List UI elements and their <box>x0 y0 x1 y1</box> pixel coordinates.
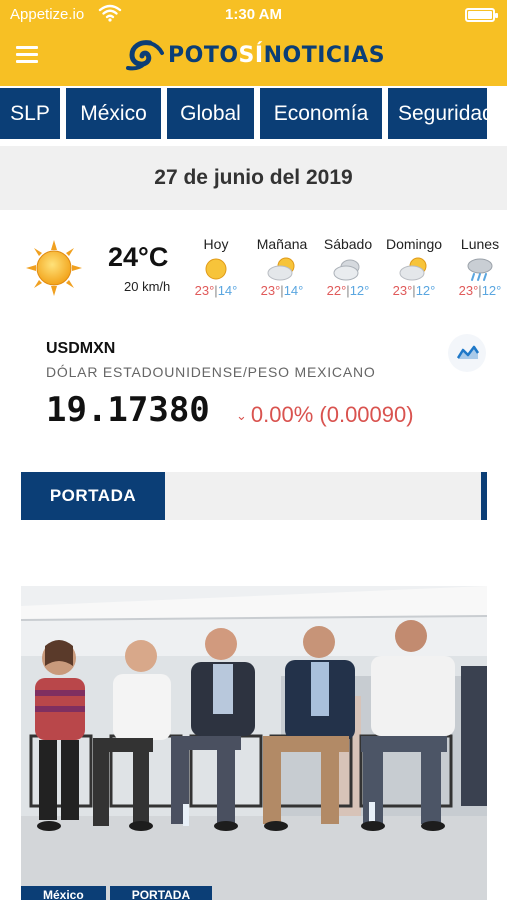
chart-icon[interactable] <box>448 334 486 372</box>
cloudy-icon <box>333 259 360 281</box>
weather-widget[interactable]: 24°C 20 km/h Hoy 23°|14° Mañana 23°|14° … <box>0 216 507 316</box>
forecast-temps: 23°|12° <box>380 283 448 298</box>
rain-icon <box>467 258 493 281</box>
article-tags: México PORTADA <box>21 886 216 900</box>
forecast-day-name: Mañana <box>256 236 308 252</box>
logo-text: POTOSÍNOTICIAS <box>168 43 385 68</box>
forecast-low: 12° <box>349 283 370 298</box>
forecast-low: 14° <box>217 283 238 298</box>
forecast-day-name: Sábado <box>323 236 373 252</box>
currency-value: 19.17380 <box>46 390 210 430</box>
battery-icon <box>465 8 498 22</box>
status-bar: Appetize.io 1:30 AM <box>0 0 507 30</box>
tab-label: Seguridad <box>398 101 487 125</box>
category-tabs: SLP México Global Economía Seguridad <box>0 86 507 140</box>
forecast-temps: 23°|14° <box>182 283 250 298</box>
tab-global[interactable]: Global <box>167 88 254 139</box>
article-card[interactable]: México PORTADA <box>21 586 487 900</box>
logo-text-accent: SÍ <box>238 42 264 68</box>
forecast-day: Sábado 22°|12° <box>314 236 382 298</box>
forecast-high: 23° <box>392 283 413 298</box>
forecast-temps: 23°|12° <box>446 283 507 298</box>
hamburger-menu-icon[interactable] <box>16 46 38 64</box>
forecast-low: 14° <box>283 283 304 298</box>
currency-change-value: 0.00% (0.00090) <box>250 402 414 427</box>
logo-swirl-icon <box>126 40 164 71</box>
forecast-low: 12° <box>481 283 502 298</box>
section-endbar <box>481 472 487 520</box>
logo-text-primary: POTO <box>168 42 239 68</box>
tab-label: SLP <box>10 101 50 125</box>
logo-text-secondary: NOTICIAS <box>263 42 386 68</box>
section-header: PORTADA <box>21 472 487 520</box>
current-temperature: 24°C <box>108 242 169 272</box>
tab-label: México <box>80 101 147 125</box>
app-header: Appetize.io 1:30 AM POTOSÍNOTICIAS <box>0 0 507 86</box>
forecast-high: 23° <box>260 283 281 298</box>
forecast-high: 22° <box>326 283 347 298</box>
current-date: 27 de junio del 2019 <box>154 166 353 189</box>
currency-widget[interactable]: USDMXN DÓLAR ESTADOUNIDENSE/PESO MEXICAN… <box>0 326 507 446</box>
partly-cloudy-icon <box>267 257 295 281</box>
tab-slp[interactable]: SLP <box>0 88 60 139</box>
tab-label: Global <box>180 101 241 125</box>
forecast-day: Hoy 23°|14° <box>182 236 250 298</box>
article-tag[interactable]: México <box>21 886 106 900</box>
wind-speed: 20 km/h <box>124 279 171 294</box>
app-logo[interactable]: POTOSÍNOTICIAS <box>126 38 385 72</box>
forecast-day-name: Lunes <box>460 236 500 252</box>
tab-economia[interactable]: Economía <box>260 88 382 139</box>
forecast-day: Mañana 23°|14° <box>248 236 316 298</box>
chevron-down-icon: ⌄ <box>236 408 247 424</box>
forecast-low: 12° <box>415 283 436 298</box>
sun-icon <box>26 240 82 296</box>
currency-name: DÓLAR ESTADOUNIDENSE/PESO MEXICANO <box>46 364 376 380</box>
forecast-day: Domingo 23°|12° <box>380 236 448 298</box>
tab-mexico[interactable]: México <box>66 88 161 139</box>
group-of-people-seated-on-stage-photo <box>21 586 487 900</box>
tab-label: Economía <box>273 101 369 125</box>
forecast-temps: 23°|14° <box>248 283 316 298</box>
partly-cloudy-icon <box>399 257 427 281</box>
sun-icon <box>205 258 227 280</box>
article-tag[interactable]: PORTADA <box>109 886 213 900</box>
forecast-day: Lunes 23°|12° <box>446 236 507 298</box>
currency-code: USDMXN <box>46 340 116 357</box>
forecast-temps: 22°|12° <box>314 283 382 298</box>
date-bar: 27 de junio del 2019 <box>0 146 507 210</box>
currency-change: ⌄ 0.00% (0.00090) <box>236 402 414 428</box>
forecast-day-name: Domingo <box>385 236 443 252</box>
forecast-high: 23° <box>458 283 479 298</box>
tab-seguridad[interactable]: Seguridad <box>388 88 487 139</box>
forecast-day-name: Hoy <box>203 236 229 252</box>
forecast-high: 23° <box>194 283 215 298</box>
status-time: 1:30 AM <box>225 6 282 23</box>
section-label: PORTADA <box>21 472 165 520</box>
